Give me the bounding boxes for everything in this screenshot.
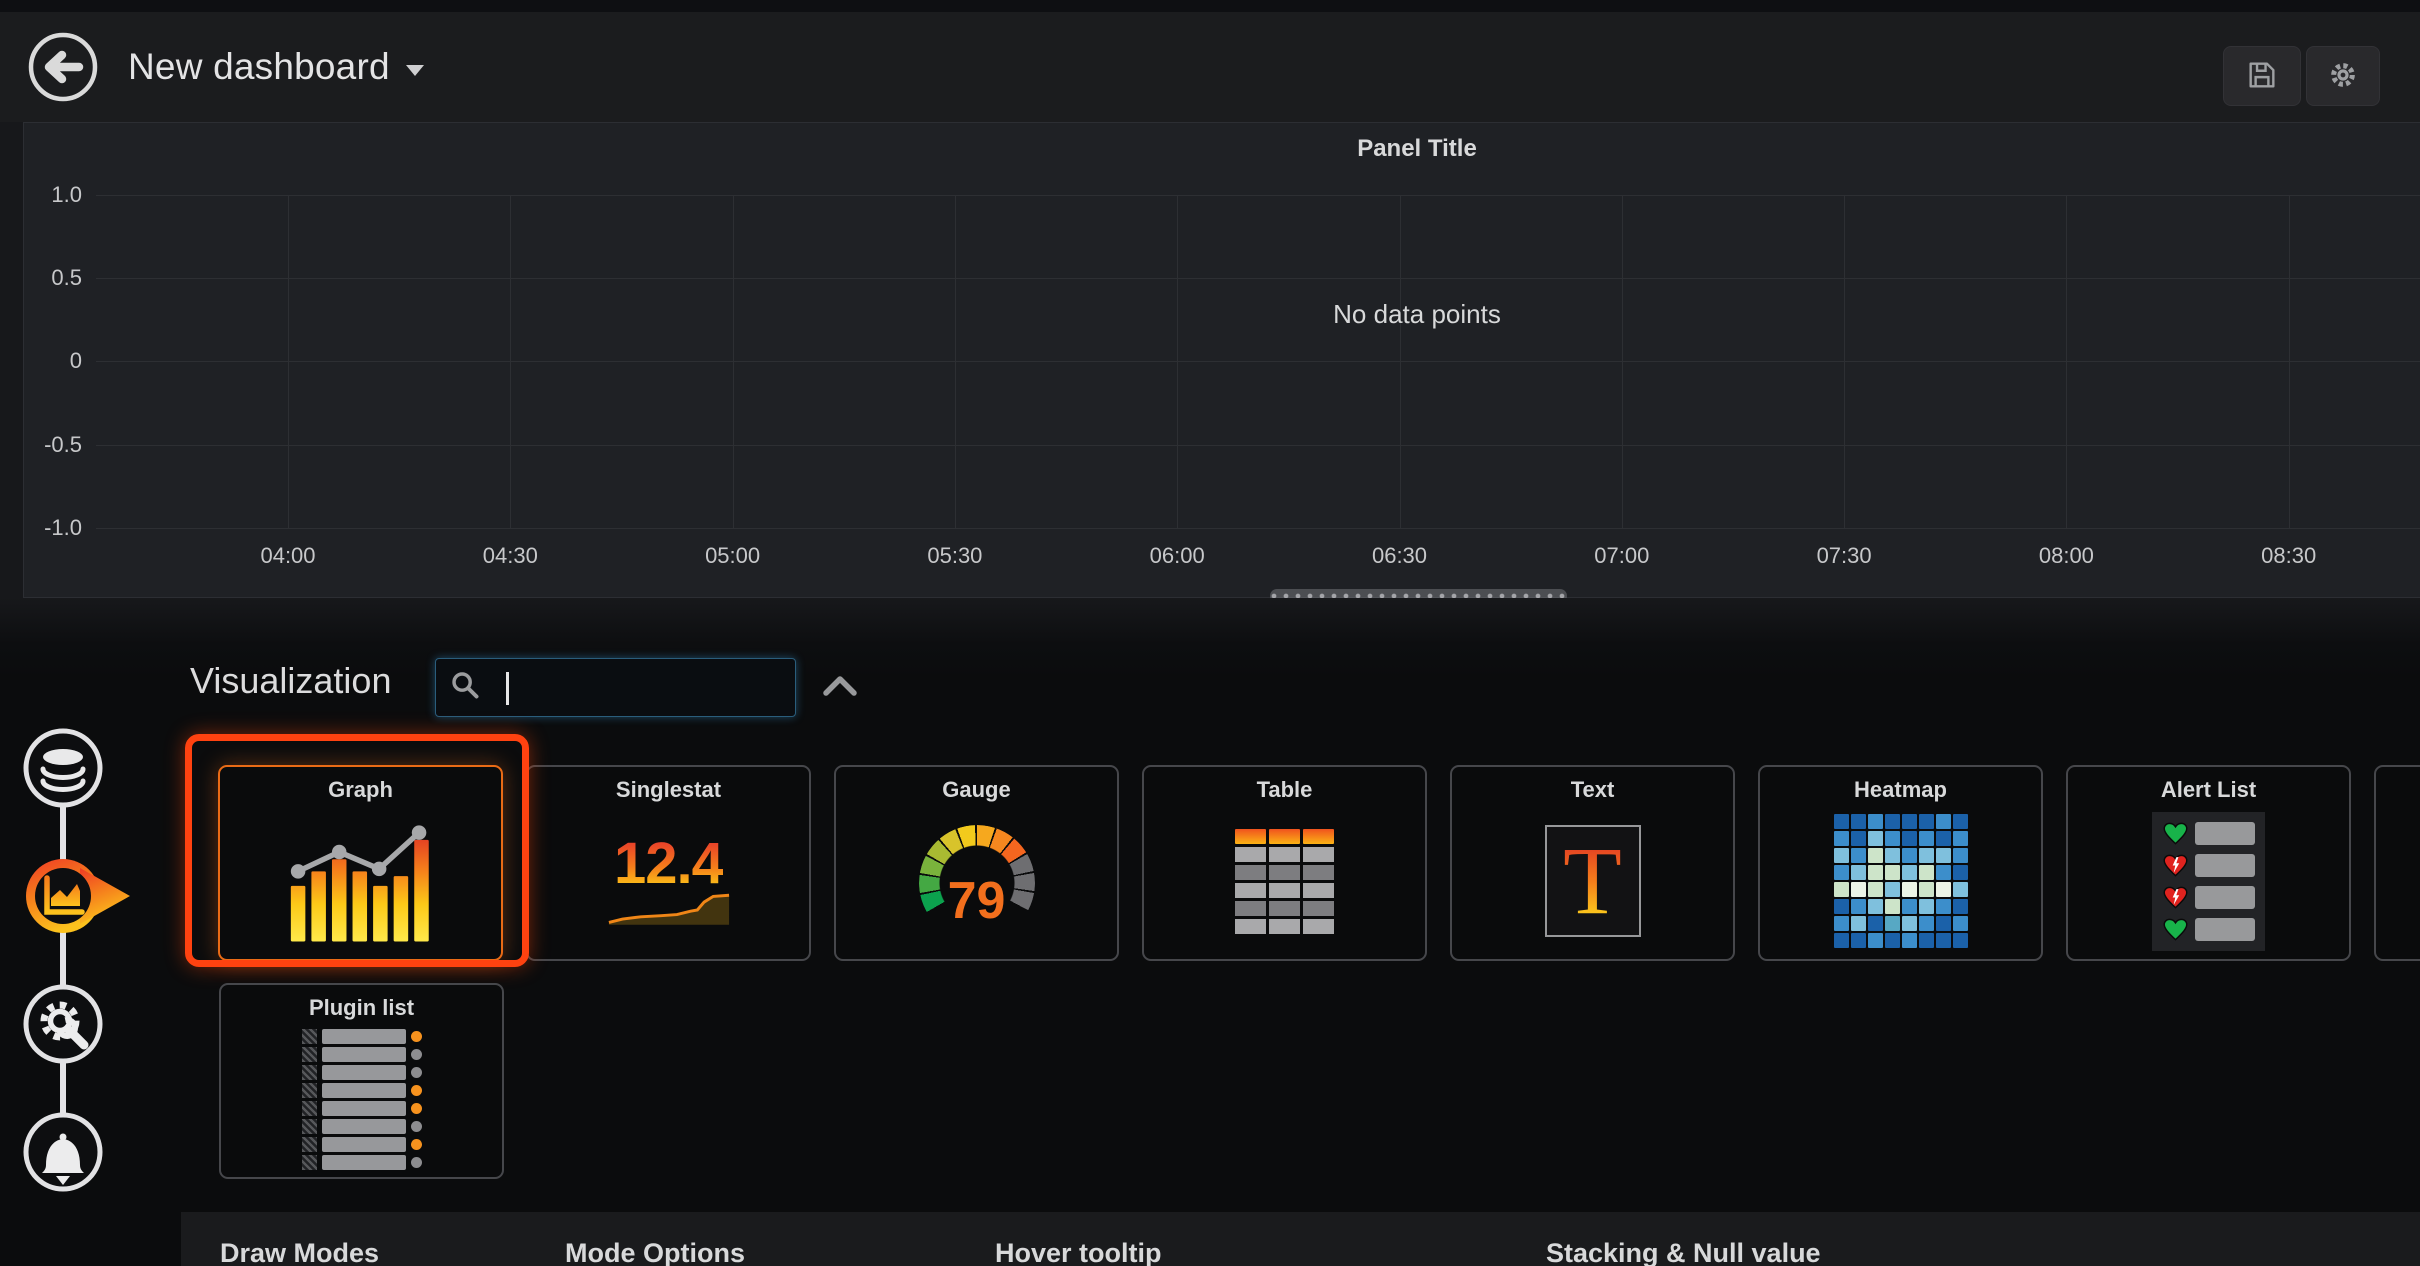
back-arrow-icon (26, 92, 100, 107)
gridline-horizontal (96, 278, 2420, 279)
gridline-vertical (955, 195, 956, 528)
save-icon (2245, 58, 2279, 95)
viz-card-label: Plugin list (309, 995, 414, 1021)
viz-card-plugin-list[interactable]: Plugin list (219, 983, 504, 1179)
dashboard-settings-button[interactable] (2306, 46, 2380, 106)
viz-card-label: Singlestat (616, 777, 721, 803)
viz-card-singlestat[interactable]: Singlestat12.4 (526, 765, 811, 961)
navbar-actions (2223, 46, 2380, 106)
section-header-mode-options: Mode Options (565, 1238, 745, 1266)
gridline-vertical (1622, 195, 1623, 528)
back-button[interactable] (26, 30, 100, 104)
viz-section-heading: Visualization (190, 660, 391, 702)
viz-card-label: Graph (328, 777, 393, 803)
text-icon: T (1452, 803, 1733, 959)
no-data-text: No data points (24, 299, 2420, 330)
window-top-strip (0, 0, 2420, 12)
x-axis-label: 07:30 (1774, 543, 1914, 569)
gridline-vertical (1177, 195, 1178, 528)
gridline-vertical (2289, 195, 2290, 528)
gauge-icon: 79 (836, 803, 1117, 959)
gridline-vertical (288, 195, 289, 528)
x-axis-label: 08:00 (1996, 543, 2136, 569)
y-axis-label: 0 (24, 348, 82, 374)
x-axis-label: 07:00 (1552, 543, 1692, 569)
viz-card-heatmap[interactable]: Heatmap (1758, 765, 2043, 961)
viz-card-alert-list[interactable]: Alert List (2066, 765, 2351, 961)
viz-card-label: Gauge (942, 777, 1010, 803)
section-header-hover-tooltip: Hover tooltip (995, 1238, 1162, 1266)
panel-options-bar: Draw Modes Mode Options Hover tooltip Stack… (181, 1212, 2420, 1266)
table-icon (1144, 803, 1425, 959)
gridline-horizontal (96, 195, 2420, 196)
rail-connector-line (60, 770, 66, 1152)
x-axis-label: 08:30 (2219, 543, 2359, 569)
save-dashboard-button[interactable] (2223, 46, 2301, 106)
gridline-vertical (1400, 195, 1401, 528)
viz-card-table[interactable]: Table (1142, 765, 1427, 961)
gridline-horizontal (96, 528, 2420, 529)
viz-card-label: Alert List (2161, 777, 2256, 803)
viz-cards-row-1: Graph Singlestat12.4 Gauge 79 Table TextT H… (218, 765, 2420, 961)
sidebar-item-queries[interactable] (19, 724, 107, 812)
viz-search-input[interactable] (494, 672, 744, 704)
viz-card-text[interactable]: TextT (1450, 765, 1735, 961)
singlestat-icon: 12.4 (528, 803, 809, 959)
x-axis-label: 05:00 (663, 543, 803, 569)
text-cursor (506, 672, 509, 705)
database-icon (19, 800, 107, 815)
viz-card-more (2374, 765, 2420, 961)
x-axis-label: 06:00 (1107, 543, 1247, 569)
graph-icon (220, 803, 501, 959)
x-axis-label: 04:00 (218, 543, 358, 569)
sidebar-item-general[interactable] (19, 980, 107, 1068)
heatmap-icon (1760, 803, 2041, 959)
viz-search-box (435, 658, 796, 717)
viz-card-label: Heatmap (1854, 777, 1947, 803)
viz-cards-row-2: Plugin list (219, 983, 504, 1179)
search-icon (450, 670, 480, 705)
viz-card-label: Text (1571, 777, 1615, 803)
graph-panel: Panel Title 1.0 0.5 0 -0.5 -1.0 04:00 04:30 05:… (23, 122, 2420, 598)
dashboard-title-dropdown[interactable]: New dashboard (128, 46, 424, 88)
x-axis-label: 04:30 (440, 543, 580, 569)
sidebar-item-visualization[interactable] (0, 846, 140, 946)
y-axis-label: 0.5 (24, 265, 82, 291)
chevron-up-icon (821, 686, 859, 701)
gear-icon (2327, 59, 2359, 94)
sidebar-item-alert[interactable] (19, 1108, 107, 1196)
gear-wrench-icon (19, 1056, 107, 1071)
gridline-vertical (733, 195, 734, 528)
bell-icon (19, 1184, 107, 1199)
gridline-horizontal (96, 445, 2420, 446)
y-axis-label: 1.0 (24, 182, 82, 208)
y-axis-label: -0.5 (24, 432, 82, 458)
x-axis-label: 06:30 (1330, 543, 1470, 569)
caret-down-icon (406, 65, 424, 76)
area-chart-icon (0, 934, 140, 949)
viz-card-graph[interactable]: Graph (218, 765, 503, 961)
collapse-section-button[interactable] (818, 672, 862, 702)
gridline-vertical (1844, 195, 1845, 528)
alert-list-icon (2068, 803, 2349, 959)
gridline-horizontal (96, 361, 2420, 362)
panel-title[interactable]: Panel Title (24, 135, 2420, 163)
section-header-draw-modes: Draw Modes (220, 1238, 379, 1266)
viz-card-gauge[interactable]: Gauge 79 (834, 765, 1119, 961)
plugin-list-icon (221, 1021, 502, 1177)
gridline-vertical (510, 195, 511, 528)
navbar: New dashboard (0, 12, 2420, 122)
viz-card-label: Table (1257, 777, 1313, 803)
panel-left-gutter (0, 122, 23, 598)
gridline-vertical (2066, 195, 2067, 528)
x-axis-label: 05:30 (885, 543, 1025, 569)
dashboard-title: New dashboard (128, 46, 390, 88)
section-header-stacking-null-value: Stacking & Null value (1546, 1238, 1821, 1266)
y-axis-label: -1.0 (24, 515, 82, 541)
